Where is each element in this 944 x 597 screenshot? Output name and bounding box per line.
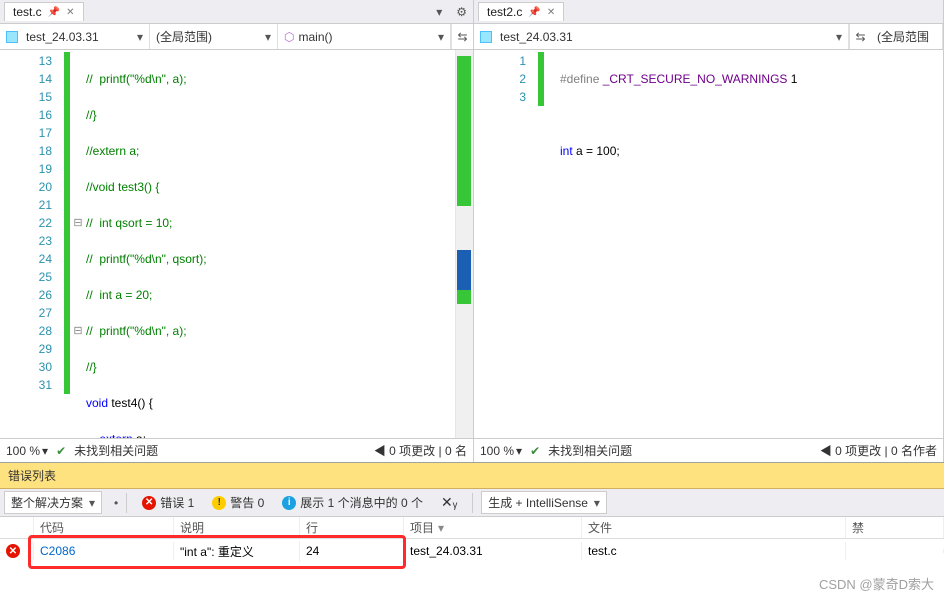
grid-header[interactable]: 代码 说明 行 项目 ▾ 文件 禁 (0, 517, 944, 539)
close-icon[interactable]: ✕ (547, 7, 555, 18)
tab-label: test2.c (487, 5, 522, 19)
error-list-panel: 错误列表 整个解决方案 • ✕ 错误 1 ! 警告 0 i 展示 1 个消息中的… (0, 462, 944, 597)
ok-icon: ✔ (56, 444, 66, 458)
error-grid: 代码 说明 行 项目 ▾ 文件 禁 ✕ C2086 "int a": 重定义 2… (0, 517, 944, 597)
nav-bar: test_24.03.31 (全局范围) ⬡ main() ⇆ (0, 24, 473, 50)
error-row[interactable]: ✕ C2086 "int a": 重定义 24 test_24.03.31 te… (0, 539, 944, 563)
status-msg: 未找到相关问题 (74, 442, 158, 459)
code-editor[interactable]: 123 #define _CRT_SECURE_NO_WARNINGS 1 in… (474, 50, 943, 438)
error-toolbar: 整个解决方案 • ✕ 错误 1 ! 警告 0 i 展示 1 个消息中的 0 个 … (0, 489, 944, 517)
col-desc[interactable]: 说明 (174, 517, 300, 538)
warnings-filter[interactable]: ! 警告 0 (205, 491, 271, 514)
messages-filter[interactable]: i 展示 1 个消息中的 0 个 (275, 491, 430, 514)
col-file[interactable]: 文件 (582, 517, 846, 538)
function-selector[interactable]: ⬡ main() (278, 24, 451, 49)
tab-label: test.c (13, 5, 42, 19)
tab-bar: test2.c 📌 ✕ (474, 0, 943, 24)
error-desc: "int a": 重定义 (174, 541, 300, 562)
zoom-selector[interactable]: 100 % (6, 444, 48, 458)
split-icon[interactable]: ⇆ (849, 24, 871, 49)
chevron-down-icon (265, 30, 271, 44)
func-icon: ⬡ (284, 30, 294, 44)
panel-title: 错误列表 (0, 463, 944, 489)
editor-pane-right: test2.c 📌 ✕ test_24.03.31 ⇆ (全局范围 123 (474, 0, 944, 462)
split-icon[interactable]: ⇆ (451, 24, 473, 49)
nav-bar: test_24.03.31 ⇆ (全局范围 (474, 24, 943, 50)
chevron-down-icon (137, 30, 143, 44)
tab-dropdown-icon[interactable] (430, 5, 448, 19)
fold-column[interactable]: ⊟⊟ (70, 50, 86, 438)
close-icon[interactable]: ✕ (66, 7, 74, 18)
dropdown-icon[interactable]: • (114, 496, 118, 510)
chevron-down-icon (836, 30, 842, 44)
tab-bar: test.c 📌 ✕ ⚙ (0, 0, 473, 24)
project-selector[interactable]: test_24.03.31 (0, 24, 150, 49)
source-dropdown[interactable]: 生成 + IntelliSense (481, 491, 607, 514)
code-content[interactable]: #define _CRT_SECURE_NO_WARNINGS 1 int a … (560, 50, 943, 438)
status-changes: ◀ 0 项更改 | 0 名作者 (820, 442, 937, 459)
status-changes: ◀ 0 项更改 | 0 名 (374, 442, 467, 459)
filter-clear-icon: ✕ᵧ (441, 494, 457, 511)
scope-selector[interactable]: (全局范围 (871, 24, 943, 49)
gear-icon[interactable]: ⚙ (450, 5, 473, 19)
error-file: test.c (582, 542, 846, 560)
clear-filter-button[interactable]: ✕ᵧ (434, 491, 464, 514)
pin-icon[interactable]: 📌 (48, 7, 60, 18)
fold-column[interactable] (544, 50, 560, 438)
error-code: C2086 (34, 542, 174, 560)
scrollbar[interactable] (455, 50, 473, 438)
error-line: 24 (300, 542, 404, 560)
project-selector[interactable]: test_24.03.31 (474, 24, 849, 49)
error-icon: ✕ (6, 544, 20, 558)
code-content[interactable]: // printf("%d\n", a); //} //extern a; //… (86, 50, 455, 438)
pin-icon[interactable]: 📌 (528, 7, 540, 18)
watermark: CSDN @蒙奇D索大 (819, 574, 934, 593)
warning-icon: ! (212, 496, 226, 510)
error-project: test_24.03.31 (404, 542, 582, 560)
scope-dropdown[interactable]: 整个解决方案 (4, 491, 102, 514)
col-line[interactable]: 行 (300, 517, 404, 538)
file-tab-test-c[interactable]: test.c 📌 ✕ (4, 2, 84, 21)
scope-selector[interactable]: (全局范围) (150, 24, 278, 49)
file-tab-test2-c[interactable]: test2.c 📌 ✕ (478, 2, 564, 21)
status-msg: 未找到相关问题 (548, 442, 632, 459)
project-icon (6, 31, 18, 43)
error-icon: ✕ (142, 496, 156, 510)
errors-filter[interactable]: ✕ 错误 1 (135, 491, 201, 514)
col-project[interactable]: 项目 ▾ (404, 517, 582, 538)
status-bar: 100 % ✔ 未找到相关问题 ◀ 0 项更改 | 0 名作者 (474, 438, 943, 462)
zoom-selector[interactable]: 100 % (480, 444, 522, 458)
code-editor[interactable]: 13141516171819202122232425262728293031 ⊟… (0, 50, 473, 438)
status-bar: 100 % ✔ 未找到相关问题 ◀ 0 项更改 | 0 名 (0, 438, 473, 462)
chevron-down-icon (438, 30, 444, 44)
col-suppress[interactable]: 禁 (846, 517, 944, 538)
col-code[interactable]: 代码 (34, 517, 174, 538)
editor-pane-left: test.c 📌 ✕ ⚙ test_24.03.31 (全局范围) ⬡ main… (0, 0, 474, 462)
line-gutter: 13141516171819202122232425262728293031 (0, 50, 64, 438)
ok-icon: ✔ (530, 444, 540, 458)
project-icon (480, 31, 492, 43)
line-gutter: 123 (474, 50, 538, 438)
info-icon: i (282, 496, 296, 510)
